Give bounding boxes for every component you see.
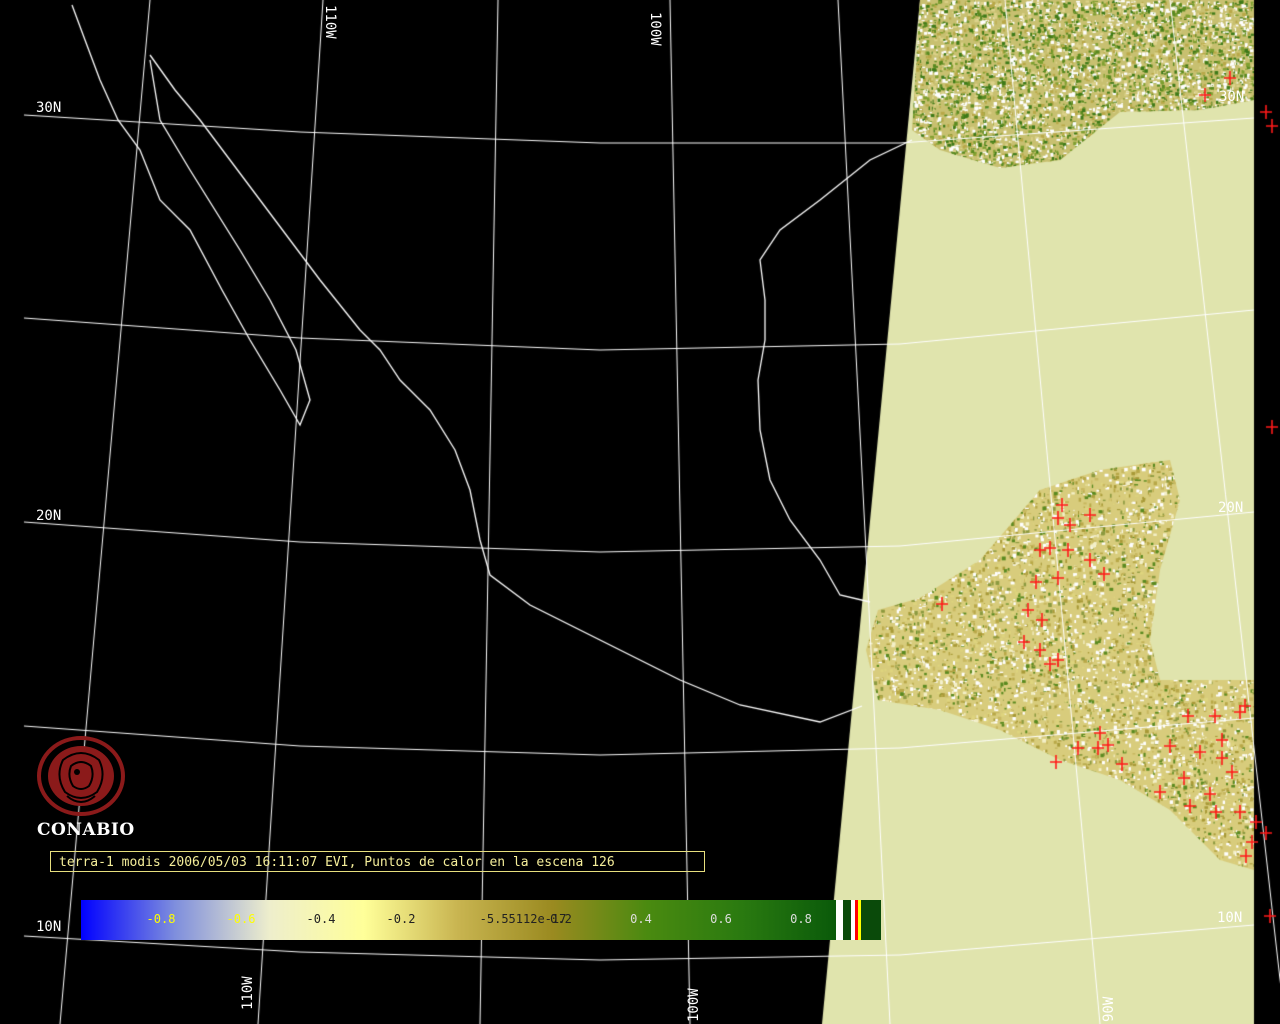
- colorbar-tick-label: 0.6: [710, 912, 732, 926]
- lon-label-110w-top: 110W: [322, 5, 338, 39]
- colorbar-tail-swatch: [843, 900, 851, 940]
- lat-label-20n: 20N: [36, 508, 61, 524]
- colorbar-tick-label: 0.8: [790, 912, 812, 926]
- colorbar-tick-label: 0.4: [630, 912, 652, 926]
- image-caption: terra-1 modis 2006/05/03 16:11:07 EVI, P…: [50, 851, 705, 872]
- colorbar-tail-swatch: [836, 900, 843, 940]
- conabio-seal-icon: [37, 736, 125, 816]
- lat-label-20n-east: 20N: [1218, 500, 1243, 516]
- lat-label-30n: 30N: [36, 100, 61, 116]
- colorbar-tick-label: -0.2: [386, 912, 416, 926]
- lat-label-30n-east: 30N: [1219, 89, 1244, 105]
- colorbar-tick-label: -0.6: [226, 912, 256, 926]
- evi-colorbar: -0.8 -0.6 -0.4 -0.2 -5.55112e-17 0.2 0.4 0.6 0.8: [81, 900, 881, 940]
- lon-label-100w-top: 100W: [647, 12, 663, 46]
- colorbar-tick-label: 0.2: [550, 912, 572, 926]
- lon-label-100w-bottom: 100W: [686, 988, 702, 1022]
- colorbar-tick-label: -0.8: [146, 912, 176, 926]
- conabio-logo-text: CONABIO: [37, 820, 135, 840]
- lon-label-110w-bottom: 110W: [240, 976, 256, 1010]
- colorbar-tail-swatch: [861, 900, 881, 940]
- lat-label-10n: 10N: [36, 919, 61, 935]
- colorbar-tick-label: -0.4: [306, 912, 336, 926]
- lat-label-10n-east: 10N: [1217, 910, 1242, 926]
- lon-label-90w-bottom: 90W: [1101, 996, 1117, 1022]
